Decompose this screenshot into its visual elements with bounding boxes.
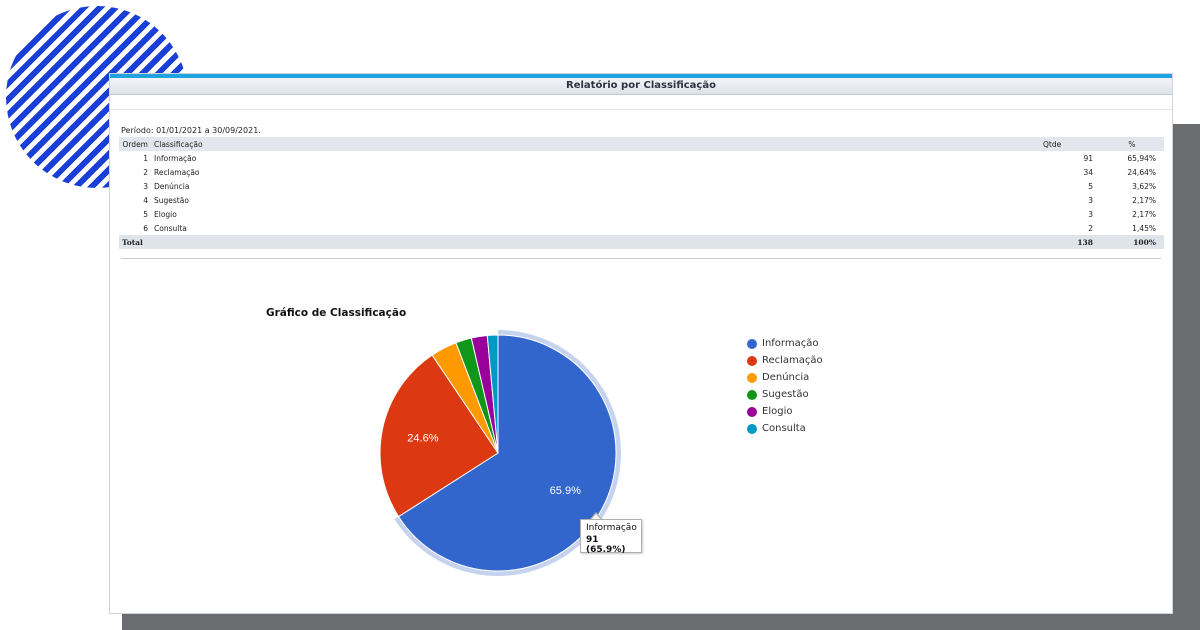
legend-item[interactable]: Reclamação xyxy=(747,352,823,369)
pie-slice-label: 65.9% xyxy=(550,485,581,497)
legend-label: Denúncia xyxy=(762,372,810,383)
legend-label: Sugestão xyxy=(762,389,809,400)
legend-item[interactable]: Denúncia xyxy=(747,369,823,386)
legend-label: Elogio xyxy=(762,406,793,417)
legend-swatch xyxy=(747,423,757,434)
legend-swatch xyxy=(747,338,757,349)
legend-swatch xyxy=(747,406,757,417)
legend-item[interactable]: Informação xyxy=(747,335,823,352)
legend-swatch xyxy=(747,372,757,383)
legend-label: Informação xyxy=(762,338,819,349)
legend-item[interactable]: Consulta xyxy=(747,420,823,437)
legend-swatch xyxy=(747,389,757,400)
report-window: Relatório por Classificação Período: 01/… xyxy=(110,74,1172,613)
legend-item[interactable]: Sugestão xyxy=(747,386,823,403)
legend-swatch xyxy=(747,355,757,366)
tooltip-value: 91 (65.9%) xyxy=(586,535,626,555)
legend-label: Reclamação xyxy=(762,355,823,366)
chart-legend: Informação Reclamação Denúncia Sugestão Elog… xyxy=(747,335,823,437)
legend-item[interactable]: Elogio xyxy=(747,403,823,420)
tooltip-label: Informação xyxy=(586,523,637,533)
pie-slice-label: 24.6% xyxy=(407,432,438,444)
chart-tooltip: Informação 91 (65.9%) xyxy=(580,519,642,555)
legend-label: Consulta xyxy=(762,423,806,434)
